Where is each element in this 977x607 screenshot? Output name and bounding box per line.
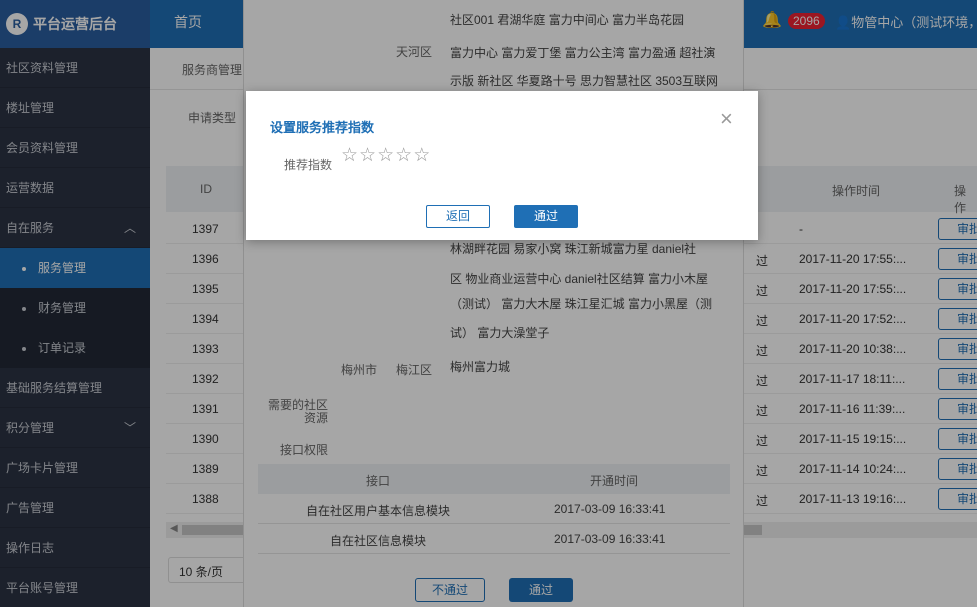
dialog-title: 设置服务推荐指数 <box>270 120 375 135</box>
rating-dialog: 设置服务推荐指数 × 推荐指数 ☆ ☆ ☆ ☆ ☆ 返回 通过 <box>246 91 758 240</box>
back-button[interactable]: 返回 <box>426 205 490 228</box>
pass-button[interactable]: 通过 <box>514 205 578 228</box>
rating-label: 推荐指数 <box>284 158 333 172</box>
star-icon[interactable]: ☆ <box>395 146 412 166</box>
star-rating[interactable]: ☆ ☆ ☆ ☆ ☆ <box>341 146 431 166</box>
star-icon[interactable]: ☆ <box>413 146 430 166</box>
star-icon[interactable]: ☆ <box>341 146 358 166</box>
close-icon[interactable]: × <box>720 108 733 130</box>
star-icon[interactable]: ☆ <box>359 146 376 166</box>
star-icon[interactable]: ☆ <box>377 146 394 166</box>
